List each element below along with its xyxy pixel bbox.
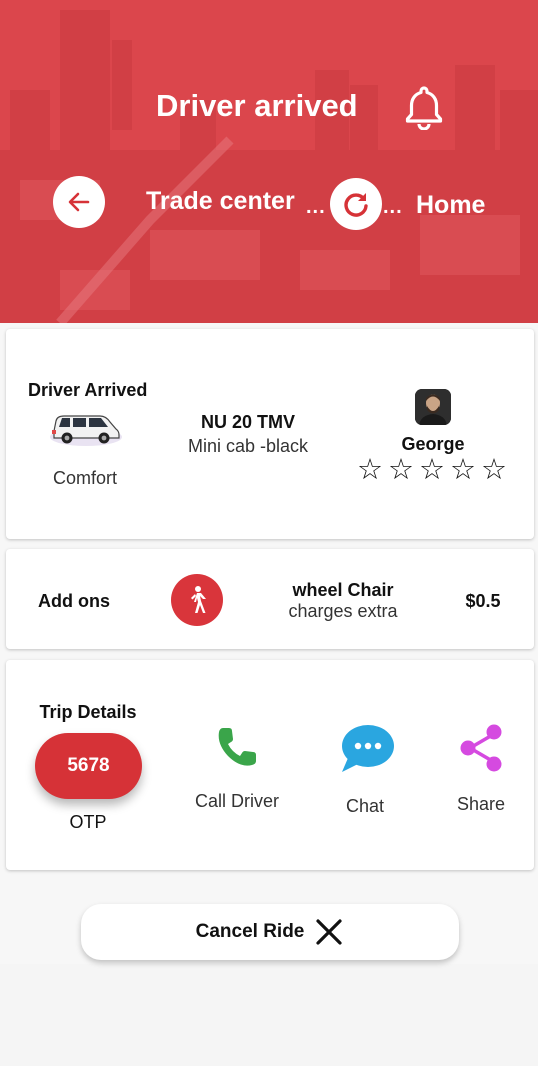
close-icon	[316, 919, 342, 945]
vehicle-plate: NU 20 TMV	[200, 412, 296, 432]
car-icon	[50, 415, 122, 446]
city-skyline-background	[0, 0, 538, 323]
share-label: Share	[456, 794, 506, 814]
addons-label: Add ons	[38, 591, 110, 611]
refresh-button[interactable]	[330, 178, 382, 230]
addon-name: wheel Chair	[292, 580, 394, 600]
trip-details-label: Trip Details	[39, 702, 137, 722]
back-button[interactable]	[53, 176, 105, 228]
header-banner: Driver arrived Trade center ... ... Home	[0, 0, 538, 323]
walking-person-icon	[191, 586, 206, 613]
call-driver-label: Call Driver	[194, 791, 280, 811]
addons-card: Add ons wheel Chair charges extra $0.5	[6, 549, 534, 649]
share-icon	[460, 724, 502, 772]
star-outline-icon[interactable]: ☆	[481, 456, 507, 485]
dropoff-location: Home	[416, 191, 486, 219]
phone-icon	[218, 728, 256, 766]
bottom-area	[0, 964, 538, 1066]
vehicle-model: Mini cab -black	[187, 436, 309, 456]
ride-category: Comfort	[52, 468, 118, 488]
refresh-icon	[344, 193, 368, 217]
bell-icon[interactable]	[402, 84, 446, 131]
addon-note: charges extra	[288, 601, 398, 621]
driver-name: George	[401, 434, 465, 454]
pickup-location: Trade center	[146, 187, 295, 215]
star-outline-icon[interactable]: ☆	[450, 456, 476, 485]
driver-rating[interactable]: ☆ ☆ ☆ ☆ ☆	[357, 456, 507, 485]
ride-status-label: Driver Arrived	[28, 380, 148, 400]
otp-badge[interactable]: 5678	[35, 733, 142, 799]
addon-price: $0.5	[465, 591, 501, 611]
route-dots: ...	[306, 196, 326, 218]
star-outline-icon[interactable]: ☆	[419, 456, 445, 485]
cancel-ride-label: Cancel Ride	[195, 921, 305, 942]
share-button[interactable]	[456, 722, 508, 774]
star-outline-icon[interactable]: ☆	[357, 456, 383, 485]
chat-button[interactable]	[336, 722, 396, 776]
route-dots: ...	[383, 196, 403, 218]
driver-avatar[interactable]	[415, 389, 451, 425]
arrow-left-icon	[68, 192, 90, 212]
driver-info-card: Driver Arrived Comfort NU 20 TMV Mini ca…	[6, 329, 534, 539]
call-driver-button[interactable]	[214, 724, 260, 770]
trip-details-card: Trip Details 5678 OTP Call Driver Chat S…	[6, 660, 534, 870]
header-title: Driver arrived	[156, 88, 358, 123]
chat-bubble-icon	[342, 725, 394, 772]
wheelchair-addon-button[interactable]	[171, 574, 223, 626]
otp-label: OTP	[69, 812, 107, 832]
star-outline-icon[interactable]: ☆	[388, 456, 414, 485]
cancel-ride-button[interactable]: Cancel Ride	[81, 904, 459, 960]
chat-label: Chat	[345, 796, 385, 816]
